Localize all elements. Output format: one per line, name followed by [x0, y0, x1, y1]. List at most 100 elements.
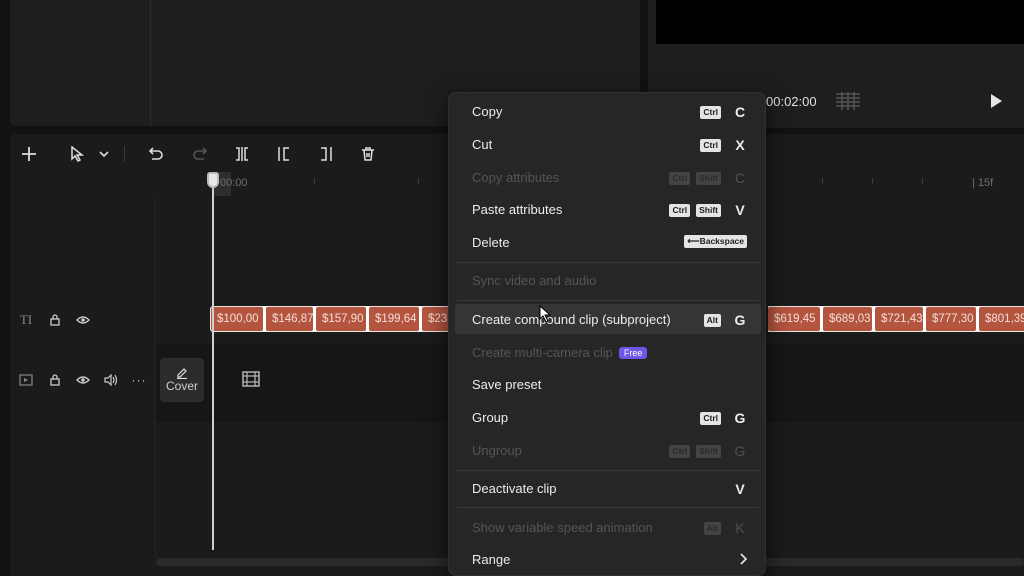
eye-icon[interactable] [75, 312, 91, 328]
shortcut-key: Alt [703, 313, 721, 327]
menu-item-label: Copy [472, 104, 503, 119]
menu-item-label: Cut [472, 137, 493, 152]
menu-item-create-multicam-clip: Create multi-camera clip Free [449, 337, 767, 367]
ruler-tick [822, 178, 823, 184]
play-icon[interactable] [988, 93, 1004, 109]
cover-button[interactable]: Cover [160, 358, 204, 402]
text-clip[interactable]: $146,87 [266, 307, 313, 331]
editor-window: 00:02:00 00:00 | 15f TI ··· Cover $100,0… [0, 0, 1024, 576]
ruler-end-value: 15f [977, 177, 994, 189]
shortcut-key: Ctrl [669, 444, 691, 458]
shortcut-key: Alt [703, 521, 721, 535]
menu-item-label: Create multi-camera clip [472, 345, 613, 360]
menu-item-copy-attributes: Copy attributes Ctrl Shift C [449, 162, 767, 192]
text-clip[interactable]: $721,43 [875, 307, 923, 331]
menu-item-delete[interactable]: Delete ⟵Backspace [449, 227, 767, 257]
shortcut-key: Ctrl [669, 203, 691, 217]
menu-item-deactivate-clip[interactable]: Deactivate clip V [449, 473, 767, 503]
ruler-tick [418, 178, 419, 184]
select-cursor-icon[interactable] [66, 144, 88, 164]
shortcut-key: ⟵Backspace [684, 235, 747, 248]
menu-item-label: Show variable speed animation [472, 520, 653, 535]
split-left-icon[interactable] [273, 144, 295, 164]
menu-item-range[interactable]: Range [449, 544, 767, 574]
video-preview [656, 0, 1024, 44]
text-clip[interactable]: $689,03 [823, 307, 872, 331]
ruler-start-label: 00:00 [220, 177, 248, 189]
text-clip[interactable]: $801,39 [979, 307, 1024, 331]
text-clip-strip-right[interactable]: $619,45 $689,03 $721,43 $777,30 $801,39 [768, 306, 1024, 332]
chevron-down-icon[interactable] [93, 144, 115, 164]
shortcut-key: Ctrl [700, 411, 721, 425]
delete-icon[interactable] [357, 144, 379, 164]
edit-icon [177, 368, 187, 379]
shortcut-letter: C [734, 104, 746, 120]
shortcut-letter: V [735, 481, 745, 497]
menu-separator [457, 470, 759, 471]
shortcut-letter: C [734, 170, 746, 186]
text-clip[interactable]: $157,90 [316, 307, 366, 331]
menu-item-label: Create compound clip (subproject) [472, 312, 671, 327]
menu-item-label: Range [472, 552, 511, 567]
text-track-icon: TI [19, 312, 33, 327]
context-menu: Copy Ctrl C Cut Ctrl X Copy attributes Ctr… [448, 92, 766, 576]
timecode: 00:02:00 [766, 94, 817, 109]
shortcut-key: Ctrl [669, 171, 691, 185]
menu-separator [457, 507, 759, 508]
shortcut-letter: G [734, 410, 746, 426]
speaker-icon[interactable] [103, 372, 119, 388]
lock-icon[interactable] [47, 372, 63, 388]
undo-icon[interactable] [145, 144, 167, 164]
add-icon[interactable] [18, 144, 40, 164]
split-right-icon[interactable] [315, 144, 337, 164]
menu-item-cut[interactable]: Cut Ctrl X [449, 129, 767, 159]
menu-item-copy[interactable]: Copy Ctrl C [449, 96, 767, 126]
chevron-right-icon [740, 553, 747, 565]
ruler-tick [314, 178, 315, 184]
menu-item-label: Group [472, 410, 509, 425]
shortcut-letter: V [735, 202, 745, 218]
shortcut-letter: K [735, 520, 745, 536]
split-icon[interactable] [231, 144, 253, 164]
text-clip[interactable]: $100,00 [211, 307, 263, 331]
film-icon [242, 371, 260, 387]
menu-item-label: Ungroup [472, 443, 522, 458]
shortcut-key: Shift [696, 203, 721, 217]
playhead-handle[interactable] [207, 172, 219, 188]
menu-item-show-variable-speed: Show variable speed animation Alt K [449, 512, 767, 542]
redo-icon[interactable] [189, 144, 211, 164]
menu-item-label: Paste attributes [472, 202, 563, 217]
menu-item-sync-video-audio: Sync video and audio [449, 265, 767, 295]
ruler-tick [922, 178, 923, 184]
ruler-tick [872, 178, 873, 184]
text-clip[interactable]: $619,45 [768, 307, 820, 331]
shortcut-letter: G [734, 312, 746, 328]
cover-label: Cover [165, 379, 198, 393]
menu-item-label: Deactivate clip [472, 481, 557, 496]
playhead-line[interactable] [212, 186, 214, 550]
shortcut-letter: G [734, 443, 746, 459]
shortcut-key: Shift [696, 171, 721, 185]
menu-item-label: Sync video and audio [472, 273, 597, 288]
free-badge: Free [618, 347, 648, 359]
menu-item-paste-attributes[interactable]: Paste attributes Ctrl Shift V [449, 194, 767, 224]
toolbar-separator [124, 146, 125, 162]
shortcut-letter: X [735, 137, 745, 153]
text-clip[interactable]: $199,64 [369, 307, 419, 331]
menu-separator [457, 262, 759, 263]
mouse-cursor-icon [539, 305, 551, 323]
eye-icon[interactable] [75, 372, 91, 388]
lock-icon[interactable] [47, 312, 63, 328]
menu-item-save-preset[interactable]: Save preset [449, 369, 767, 399]
menu-item-group[interactable]: Group Ctrl G [449, 402, 767, 432]
waveform-grid-icon[interactable] [836, 92, 860, 110]
ruler-end-label: | 15f [972, 177, 994, 189]
text-clip-strip-left[interactable]: $100,00 $146,87 $157,90 $199,64 $23 [210, 306, 453, 332]
menu-item-ungroup: Ungroup Ctrl Shift G [449, 435, 767, 465]
menu-separator [457, 300, 759, 301]
more-icon[interactable]: ··· [131, 372, 147, 388]
menu-item-label-wrap: Create multi-camera clip Free [472, 345, 648, 360]
text-clip[interactable]: $777,30 [926, 307, 976, 331]
menu-item-create-compound-clip[interactable]: Create compound clip (subproject) Alt G [455, 304, 761, 334]
menu-item-label: Copy attributes [472, 170, 560, 185]
